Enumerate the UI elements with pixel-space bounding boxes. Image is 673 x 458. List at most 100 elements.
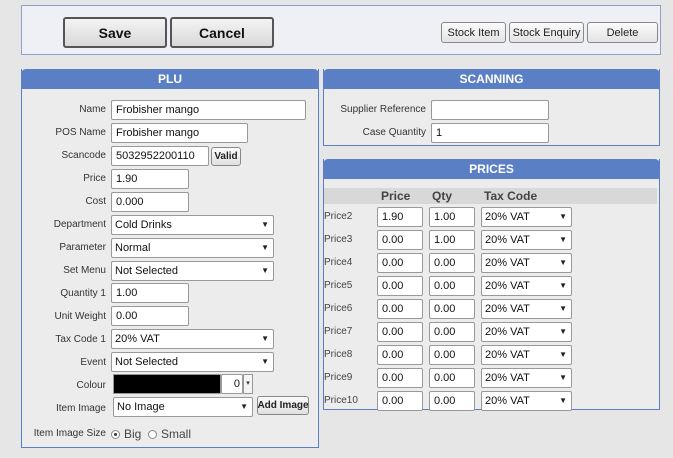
price-row-qty-input[interactable]: 0.00 — [429, 276, 475, 296]
plu-panel: PLU Name Frobisher mango POS Name Frobis… — [21, 69, 319, 448]
chevron-down-icon[interactable]: ▾ — [243, 374, 253, 394]
price-row-label: Price4 — [324, 257, 353, 268]
price-row-label: Price6 — [324, 303, 353, 314]
price-row-qty-input[interactable]: 0.00 — [429, 391, 475, 411]
price-row-price-input[interactable]: 0.00 — [377, 276, 423, 296]
event-select[interactable]: Not Selected ▼ — [111, 352, 274, 372]
set-menu-select[interactable]: Not Selected ▼ — [111, 261, 274, 281]
price-row-qty-input[interactable]: 1.00 — [429, 230, 475, 250]
price-row-qty-input[interactable]: 0.00 — [429, 299, 475, 319]
save-button[interactable]: Save — [63, 17, 167, 48]
col-price-header: Price — [381, 189, 411, 203]
parameter-select[interactable]: Normal ▼ — [111, 238, 274, 258]
stock-item-button[interactable]: Stock Item — [441, 22, 506, 43]
size-big-radio[interactable]: Big — [111, 427, 141, 441]
dropdown-arrow-icon: ▼ — [559, 350, 567, 359]
size-big-label: Big — [124, 427, 142, 441]
dropdown-arrow-icon: ▼ — [261, 243, 269, 252]
price-row-label: Price10 — [324, 395, 358, 406]
stock-enquiry-button[interactable]: Stock Enquiry — [509, 22, 584, 43]
scanning-panel: SCANNING Supplier Reference Case Quantit… — [323, 69, 660, 146]
scancode-input[interactable]: 5032952200110 — [111, 146, 209, 166]
price-row-tax-select[interactable]: 20% VAT ▼ — [481, 391, 572, 411]
price-row-tax-select[interactable]: 20% VAT ▼ — [481, 345, 572, 365]
dropdown-arrow-icon: ▼ — [559, 327, 567, 336]
scanning-panel-title: SCANNING — [323, 69, 660, 89]
pos-name-input[interactable]: Frobisher mango — [111, 123, 248, 143]
price-row-qty-input[interactable]: 0.00 — [429, 322, 475, 342]
price-row-price-input[interactable]: 0.00 — [377, 391, 423, 411]
price-row-tax-select[interactable]: 20% VAT ▼ — [481, 276, 572, 296]
tax-code1-label: Tax Code 1 — [55, 334, 106, 345]
col-qty-header: Qty — [432, 189, 453, 203]
dropdown-arrow-icon: ▼ — [261, 266, 269, 275]
price-row-label: Price5 — [324, 280, 353, 291]
price-row-tax-select[interactable]: 20% VAT ▼ — [481, 253, 572, 273]
price-row-price-input[interactable]: 0.00 — [377, 253, 423, 273]
add-image-button[interactable]: Add Image — [257, 396, 309, 415]
supplier-ref-input[interactable] — [431, 100, 549, 120]
quantity1-input[interactable]: 1.00 — [111, 283, 189, 303]
item-image-select[interactable]: No Image ▼ — [113, 397, 253, 417]
quantity1-label: Quantity 1 — [60, 288, 106, 299]
dropdown-arrow-icon: ▼ — [559, 258, 567, 267]
price-row-tax-select[interactable]: 20% VAT ▼ — [481, 299, 572, 319]
price-row-price-input[interactable]: 0.00 — [377, 345, 423, 365]
price-row-tax-value: 20% VAT — [485, 211, 530, 223]
unit-weight-input[interactable]: 0.00 — [111, 306, 189, 326]
unit-weight-label: Unit Weight — [54, 311, 106, 322]
price-row-price-input[interactable]: 0.00 — [377, 299, 423, 319]
price-input[interactable]: 1.90 — [111, 169, 189, 189]
price-row-tax-value: 20% VAT — [485, 326, 530, 338]
price-row-tax-value: 20% VAT — [485, 234, 530, 246]
parameter-label: Parameter — [59, 242, 106, 253]
price-row-price-input[interactable]: 0.00 — [377, 230, 423, 250]
col-tax-header: Tax Code — [484, 189, 538, 203]
delete-button[interactable]: Delete — [587, 22, 658, 43]
tax-code1-select[interactable]: 20% VAT ▼ — [111, 329, 274, 349]
name-input[interactable]: Frobisher mango — [111, 100, 306, 120]
size-small-label: Small — [161, 427, 192, 441]
price-row-tax-value: 20% VAT — [485, 395, 530, 407]
colour-swatch[interactable] — [113, 374, 221, 394]
name-label: Name — [79, 104, 106, 115]
item-image-label: Item Image — [55, 403, 106, 414]
cancel-button[interactable]: Cancel — [170, 17, 274, 48]
department-select[interactable]: Cold Drinks ▼ — [111, 215, 274, 235]
dropdown-arrow-icon: ▼ — [559, 281, 567, 290]
price-row-price-input[interactable]: 1.90 — [377, 207, 423, 227]
price-row-qty-input[interactable]: 0.00 — [429, 345, 475, 365]
price-row-label: Price9 — [324, 372, 353, 383]
colour-input[interactable]: 0 — [221, 374, 243, 394]
price-row-tax-select[interactable]: 20% VAT ▼ — [481, 322, 572, 342]
price-row-tax-select[interactable]: 20% VAT ▼ — [481, 230, 572, 250]
price-row-tax-value: 20% VAT — [485, 257, 530, 269]
prices-panel: PRICES Price Qty Tax Code Price2 1.90 1.00… — [323, 159, 660, 411]
item-image-value: No Image — [117, 401, 165, 413]
valid-button[interactable]: Valid — [211, 147, 241, 166]
parameter-value: Normal — [115, 242, 151, 254]
price-row-price-input[interactable]: 0.00 — [377, 368, 423, 388]
price-row-tax-value: 20% VAT — [485, 303, 530, 315]
scancode-label: Scancode — [61, 150, 106, 161]
price-row-label: Price2 — [324, 211, 353, 222]
dropdown-arrow-icon: ▼ — [261, 220, 269, 229]
price-row-label: Price3 — [324, 234, 353, 245]
case-qty-input[interactable]: 1 — [431, 123, 549, 143]
price-row-qty-input[interactable]: 1.00 — [429, 207, 475, 227]
supplier-ref-label: Supplier Reference — [340, 104, 426, 115]
tax-code1-value: 20% VAT — [115, 333, 160, 345]
event-value: Not Selected — [115, 356, 178, 368]
price-row-qty-input[interactable]: 0.00 — [429, 368, 475, 388]
price-row-tax-select[interactable]: 20% VAT ▼ — [481, 368, 572, 388]
price-row-tax-select[interactable]: 20% VAT ▼ — [481, 207, 572, 227]
cost-input[interactable]: 0.000 — [111, 192, 189, 212]
cost-label: Cost — [85, 196, 106, 207]
dropdown-arrow-icon: ▼ — [240, 402, 248, 411]
department-label: Department — [53, 219, 106, 230]
price-row-qty-input[interactable]: 0.00 — [429, 253, 475, 273]
dropdown-arrow-icon: ▼ — [559, 212, 567, 221]
dropdown-arrow-icon: ▼ — [559, 235, 567, 244]
price-row-price-input[interactable]: 0.00 — [377, 322, 423, 342]
size-small-radio[interactable]: Small — [148, 427, 191, 441]
